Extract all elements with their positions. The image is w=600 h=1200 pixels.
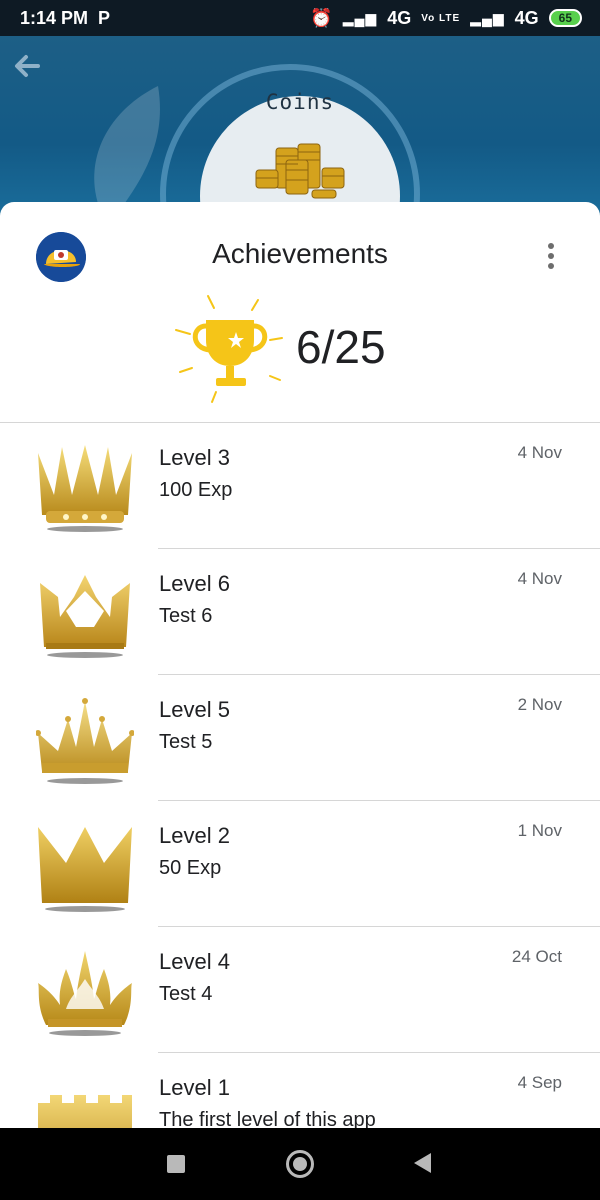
achievement-date: 2 Nov [517,695,562,714]
battery-icon: 65 [548,9,582,27]
status-right: ⏰ ▂▄▆ 4G Vo LTE ▂▄▆ 4G 65 [310,8,582,29]
alarm-icon: ⏰ [310,7,333,28]
achievement-title: Level 6 [159,571,230,596]
achievement-date: 4 Sep [517,1073,562,1092]
header-background: Coins [0,36,600,216]
parking-icon: P [98,7,111,28]
achievement-title: Level 2 [159,823,230,848]
coins-label: Coins [265,90,335,114]
achievement-score: 6/25 [296,321,386,373]
network-type-1: 4G [387,7,412,28]
achievement-date: 1 Nov [517,821,562,840]
achievement-subtitle: 100 Exp [159,479,233,501]
cap-avatar-icon [36,232,86,282]
achievement-subtitle: Test 6 [159,605,213,627]
coin-stack-icon [255,143,345,199]
achievement-subtitle: Test 4 [159,983,213,1005]
achievements-sheet: Achievements 6/25 Level 3 100 Exp 4 Nov … [0,202,600,1128]
signal-icon-2: ▂▄▆ [470,9,505,26]
sheet-header: Achievements 6/25 [0,202,600,423]
achievement-subtitle: 50 Exp [159,857,222,879]
achievement-title: Level 3 [159,445,230,470]
crown-spiked-icon [38,445,132,532]
volte-indicator: Vo LTE [421,12,461,24]
list-item[interactable]: Level 4 Test 4 24 Oct [0,927,600,1053]
leaf-decoration-icon [94,86,160,216]
achievement-subtitle: Test 5 [159,731,213,753]
achievement-title: Level 1 [159,1075,230,1100]
list-item[interactable]: Level 3 100 Exp 4 Nov [0,423,600,549]
back-arrow-icon[interactable] [8,46,48,86]
status-left: 1:14 PM P [20,8,110,29]
crown-notched-icon [40,575,130,658]
more-options-icon[interactable] [536,240,566,274]
signal-icon: ▂▄▆ [342,9,378,26]
screen: 1:14 PM P ⏰ ▂▄▆ 4G Vo LTE ▂▄▆ 4G 65 Coin… [0,0,600,1200]
achievement-list: Level 3 100 Exp 4 Nov Level 6 Test 6 4 N… [0,423,600,1128]
list-item[interactable]: Level 6 Test 6 4 Nov [0,549,600,675]
page-title: Achievements [212,238,388,269]
achievement-title: Level 4 [159,949,230,974]
achievement-date: 4 Nov [517,443,562,462]
recents-button[interactable] [167,1155,185,1173]
achievement-date: 4 Nov [517,569,562,588]
avatar[interactable] [36,232,86,282]
achievement-date: 24 Oct [511,947,562,966]
network-type-2: 4G [514,7,539,28]
home-button[interactable] [286,1150,314,1178]
status-bar: 1:14 PM P ⏰ ▂▄▆ 4G Vo LTE ▂▄▆ 4G 65 [0,0,600,36]
trophy-icon [175,295,283,403]
achievement-title: Level 5 [159,697,230,722]
status-time: 1:14 PM [20,7,89,28]
back-button[interactable] [414,1153,431,1173]
crown-pointed-icon [36,698,134,784]
crown-castle-icon [38,1095,132,1128]
list-item[interactable]: Level 1 The first level of this app 4 Se… [0,1053,600,1128]
list-item[interactable]: Level 5 Test 5 2 Nov [0,675,600,801]
crown-simple-icon [38,827,132,912]
crown-ornate-icon [38,951,132,1036]
list-item[interactable]: Level 2 50 Exp 1 Nov [0,801,600,927]
achievement-subtitle: The first level of this app [159,1109,376,1128]
navigation-bar [0,1128,600,1200]
